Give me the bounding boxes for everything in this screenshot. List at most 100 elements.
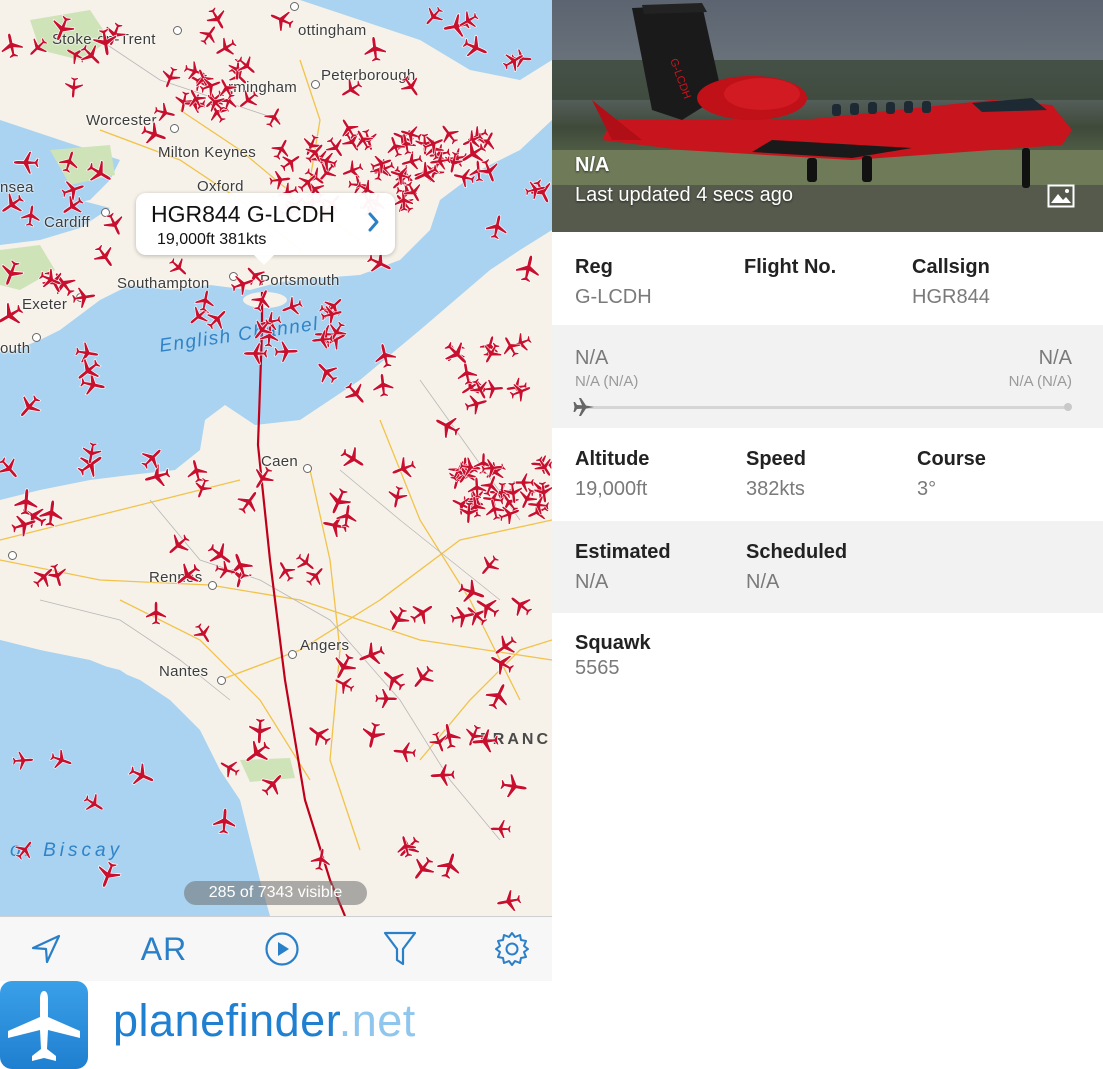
aircraft-marker[interactable] — [125, 760, 158, 791]
aircraft-marker[interactable] — [392, 741, 417, 764]
aircraft-marker[interactable] — [243, 342, 268, 365]
aircraft-marker[interactable] — [165, 254, 193, 282]
aircraft-marker[interactable] — [59, 176, 88, 203]
aircraft-marker[interactable] — [336, 443, 369, 475]
aircraft-marker[interactable] — [406, 852, 439, 885]
aircraft-marker[interactable] — [48, 747, 75, 773]
aircraft-marker[interactable] — [372, 341, 399, 370]
aircraft-marker[interactable] — [484, 213, 510, 241]
aircraft-marker[interactable] — [248, 462, 279, 493]
aircraft-marker[interactable] — [248, 717, 272, 744]
aircraft-marker[interactable] — [397, 72, 426, 101]
aircraft-marker[interactable] — [24, 34, 52, 62]
aircraft-marker[interactable] — [268, 135, 295, 163]
aircraft-marker[interactable] — [20, 204, 42, 228]
aircraft-marker[interactable] — [499, 47, 528, 75]
chevron-right-icon[interactable] — [367, 210, 381, 234]
aircraft-marker[interactable] — [431, 410, 464, 442]
aircraft-marker[interactable] — [499, 773, 529, 801]
aircraft-marker[interactable] — [388, 454, 419, 483]
aircraft-marker[interactable] — [531, 453, 552, 481]
aircraft-marker[interactable] — [461, 722, 487, 749]
aircraft-marker[interactable] — [261, 104, 287, 131]
settings-button[interactable] — [492, 929, 532, 969]
aircraft-marker[interactable] — [467, 476, 487, 500]
aircraft-marker[interactable] — [145, 601, 167, 626]
aircraft-marker[interactable] — [451, 166, 476, 189]
aircraft-marker[interactable] — [225, 549, 256, 582]
aircraft-marker[interactable] — [152, 101, 177, 125]
aircraft-marker[interactable] — [322, 133, 350, 161]
aircraft-marker[interactable] — [216, 755, 243, 781]
aircraft-marker[interactable] — [505, 589, 537, 621]
aircraft-marker[interactable] — [340, 378, 372, 410]
aircraft-marker[interactable] — [83, 156, 117, 189]
aircraft-marker[interactable] — [266, 5, 296, 34]
filter-button[interactable] — [380, 929, 420, 969]
aircraft-marker[interactable] — [93, 859, 124, 892]
aircraft-layer[interactable] — [0, 0, 552, 916]
aircraft-marker[interactable] — [377, 663, 410, 696]
aircraft-marker[interactable] — [311, 329, 334, 350]
aircraft-marker[interactable] — [212, 807, 237, 835]
aircraft-marker[interactable] — [272, 557, 299, 585]
aircraft-marker[interactable] — [331, 672, 357, 697]
aircraft-marker[interactable] — [374, 688, 398, 709]
aircraft-marker[interactable] — [439, 336, 474, 371]
aircraft-marker[interactable] — [490, 819, 512, 839]
aircraft-marker[interactable] — [385, 484, 409, 509]
aircraft-marker[interactable] — [371, 372, 395, 398]
aircraft-marker[interactable] — [13, 151, 40, 175]
aircraft-marker[interactable] — [233, 485, 265, 518]
aircraft-marker[interactable] — [279, 294, 306, 319]
aircraft-marker[interactable] — [359, 720, 387, 751]
aircraft-marker[interactable] — [0, 453, 25, 485]
aircraft-marker[interactable] — [239, 735, 275, 770]
aircraft-marker[interactable] — [100, 209, 129, 239]
aircraft-marker[interactable] — [507, 379, 534, 405]
aircraft-marker[interactable] — [292, 549, 320, 576]
aircraft-marker[interactable] — [89, 240, 120, 272]
aircraft-marker[interactable] — [463, 391, 490, 416]
aircraft-marker[interactable] — [190, 620, 217, 648]
aircraft-marker[interactable] — [11, 750, 34, 771]
aircraft-marker[interactable] — [80, 790, 108, 818]
aircraft-marker[interactable] — [71, 285, 97, 309]
aircraft-marker[interactable] — [136, 442, 168, 474]
aircraft-marker[interactable] — [0, 257, 26, 289]
aircraft-marker[interactable] — [57, 148, 82, 175]
aircraft-marker[interactable] — [47, 13, 78, 45]
aircraft-marker[interactable] — [138, 119, 170, 149]
image-icon[interactable] — [1047, 184, 1075, 208]
ar-button[interactable]: AR — [136, 929, 192, 969]
aircraft-marker[interactable] — [475, 551, 504, 580]
aircraft-marker[interactable] — [273, 340, 299, 363]
aircraft-marker[interactable] — [322, 485, 354, 519]
aircraft-marker[interactable] — [11, 836, 38, 864]
aircraft-marker[interactable] — [339, 158, 366, 184]
aircraft-marker[interactable] — [256, 767, 289, 800]
selected-flight-callout[interactable]: HGR844 G-LCDH 19,000ft 381kts — [136, 193, 395, 265]
aircraft-marker[interactable] — [514, 253, 543, 285]
aircraft-marker[interactable] — [203, 4, 232, 34]
aircraft-marker[interactable] — [211, 34, 240, 62]
aircraft-marker[interactable] — [247, 315, 277, 345]
playback-button[interactable] — [262, 929, 302, 969]
aircraft-marker[interactable] — [64, 76, 84, 99]
aircraft-marker[interactable] — [429, 763, 456, 787]
aircraft-marker[interactable] — [420, 2, 448, 30]
aircraft-marker[interactable] — [234, 86, 263, 114]
location-button[interactable] — [26, 929, 66, 969]
aircraft-marker[interactable] — [195, 21, 222, 49]
aircraft-marker[interactable] — [435, 120, 463, 149]
aircraft-marker[interactable] — [162, 529, 194, 561]
aircraft-marker[interactable] — [0, 298, 28, 332]
aircraft-marker[interactable] — [303, 719, 336, 751]
aircraft-marker[interactable] — [248, 286, 275, 315]
aircraft-marker[interactable] — [327, 650, 360, 684]
aircraft-marker[interactable] — [362, 35, 387, 63]
aircraft-marker[interactable] — [170, 558, 205, 593]
aircraft-marker[interactable] — [0, 31, 25, 60]
aircraft-marker[interactable] — [434, 850, 464, 882]
aircraft-marker[interactable] — [482, 679, 515, 713]
